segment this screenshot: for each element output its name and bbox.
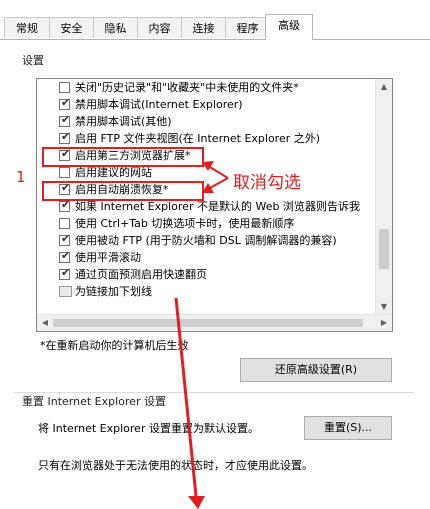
tab-advanced[interactable]: 高级 [265,14,313,40]
annotation-arrow-head-down [202,183,214,193]
annotation-arrow-long [174,297,198,497]
annotation-arrow-head-long [188,496,205,509]
annotation-arrow-up [207,165,229,179]
annotation-arrow-down [207,177,229,190]
annotation-arrows [174,161,229,509]
